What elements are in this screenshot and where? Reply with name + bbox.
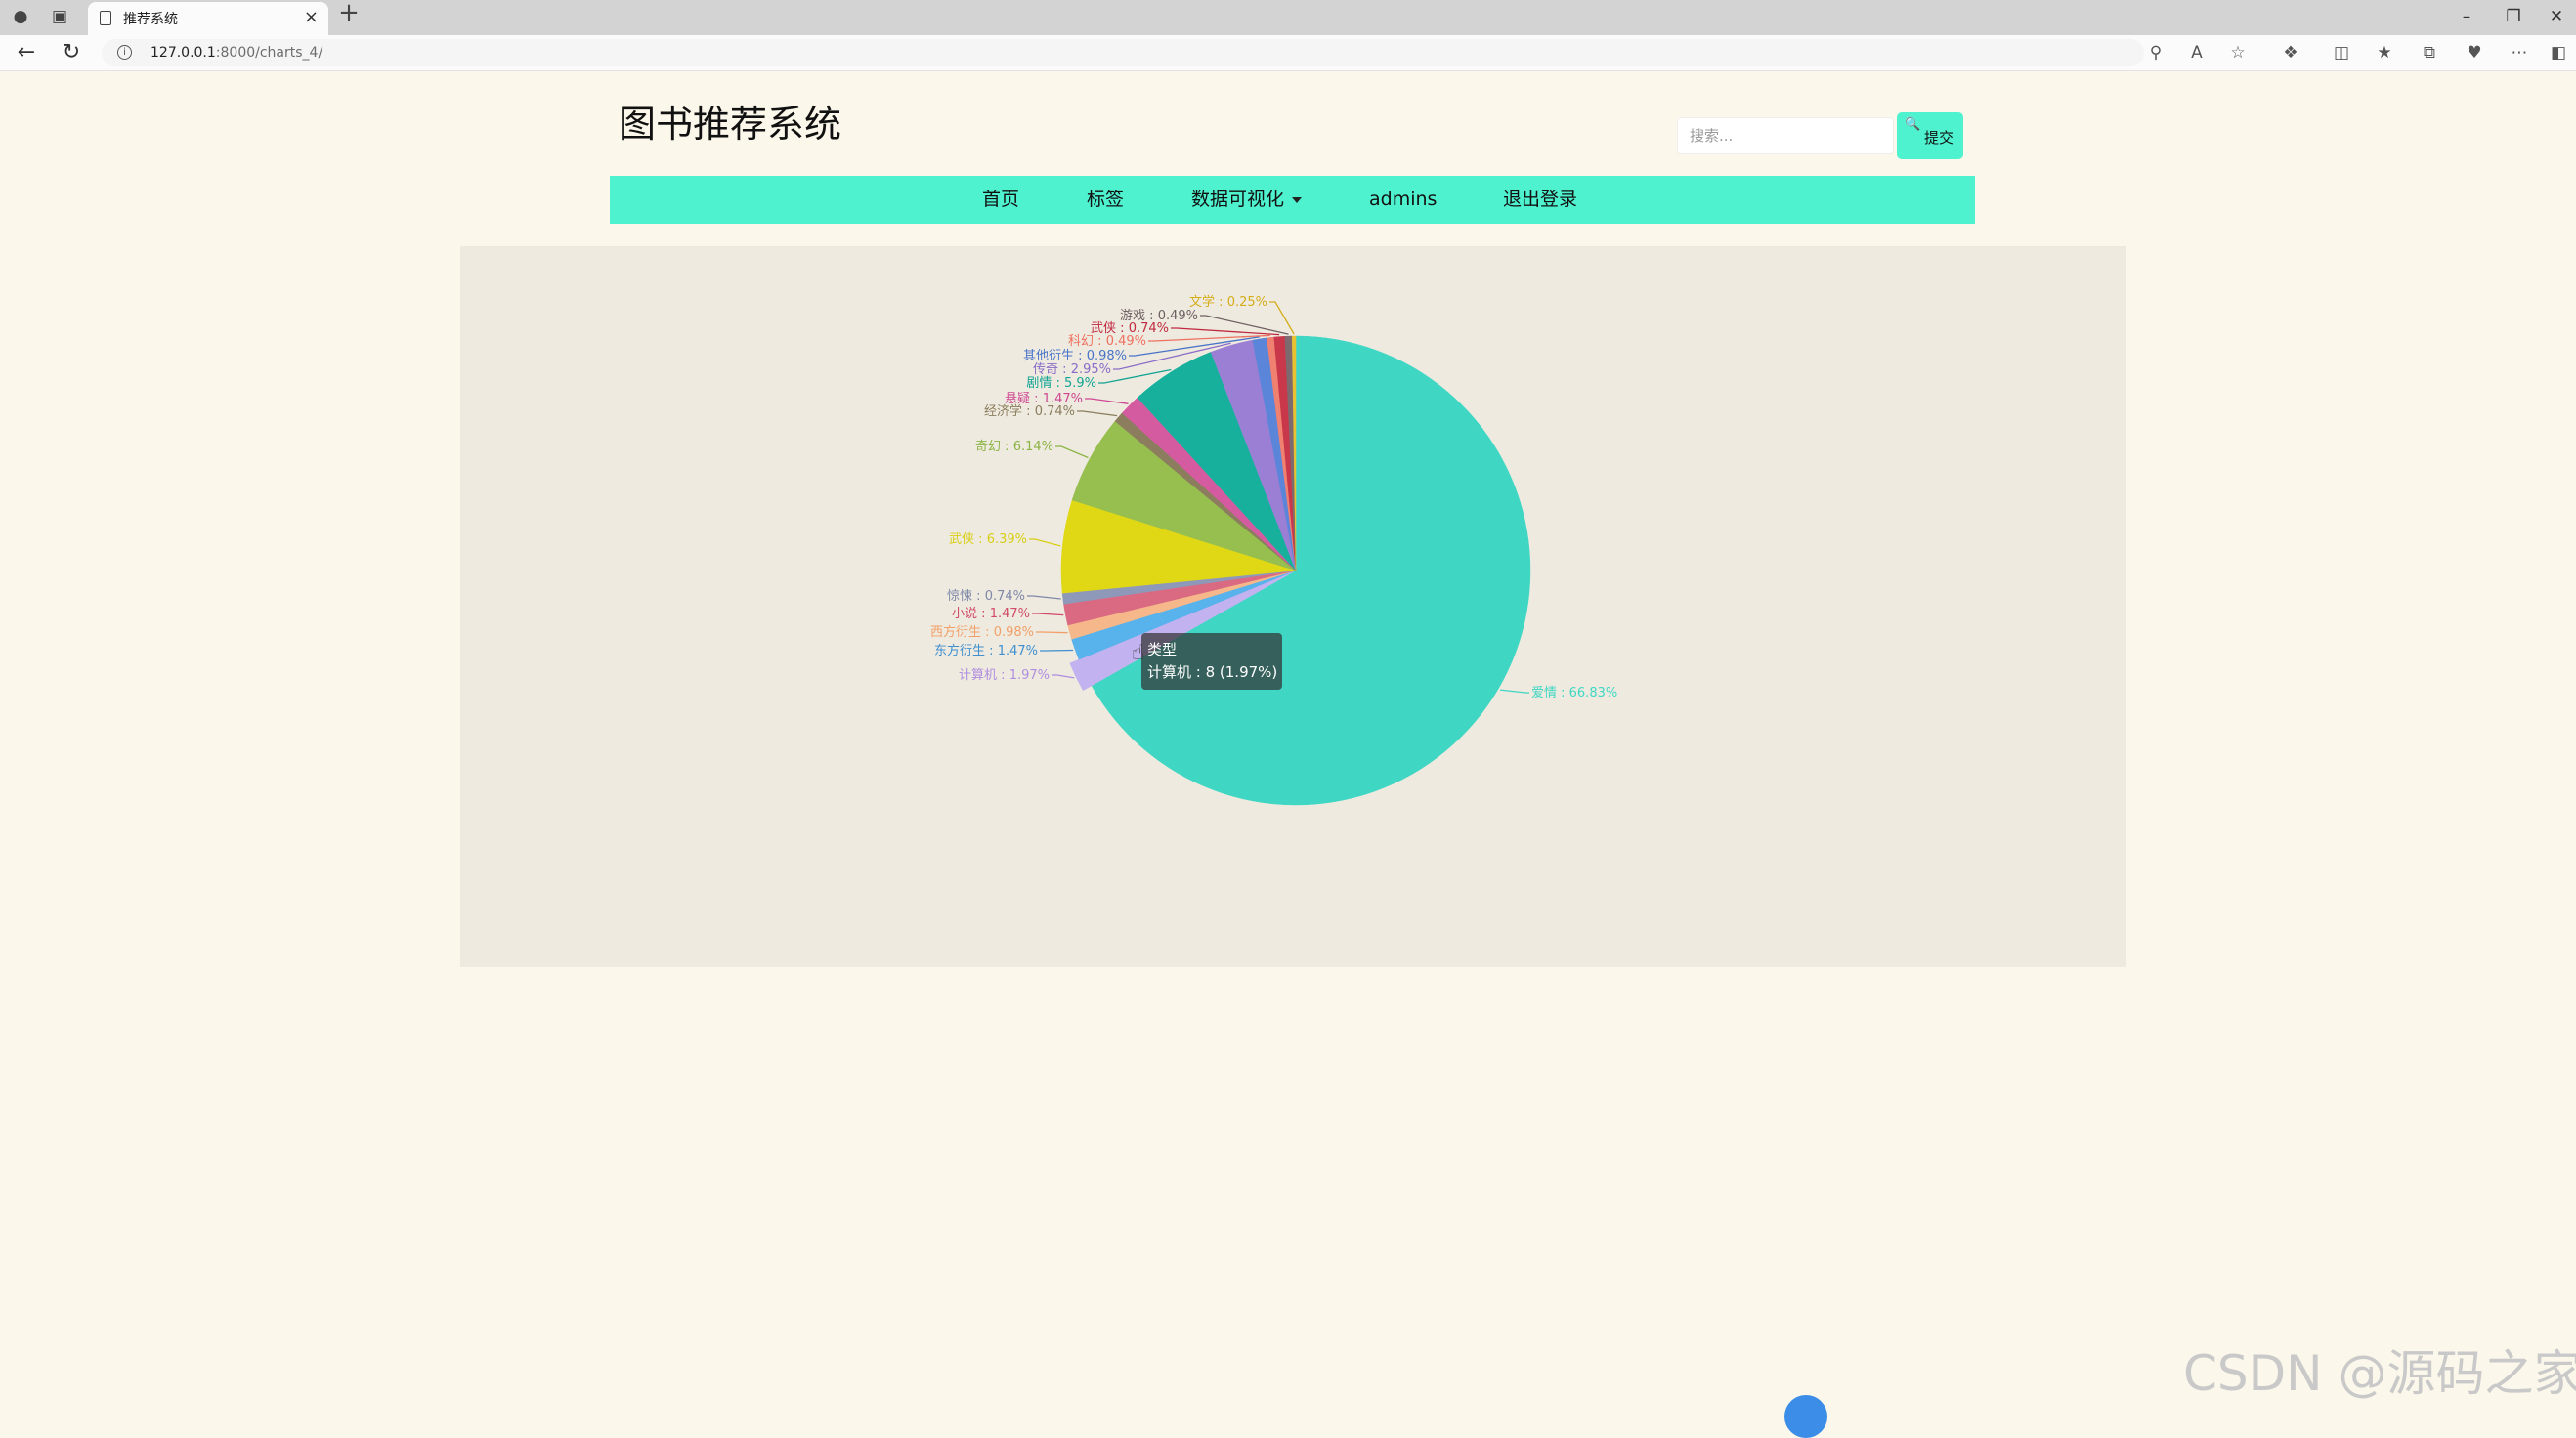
minimize-icon[interactable]: – (2447, 4, 2486, 29)
slice-label: 其他衍生 : 0.98% (1023, 349, 1127, 363)
chart-tooltip: 类型 计算机 : 8 (1.97%) (1141, 633, 1282, 690)
browser-tab[interactable]: 推荐系统 × (88, 2, 328, 35)
read-aloud-icon[interactable]: A (2185, 41, 2209, 64)
browser-tab-strip: ● ▣ 推荐系统 × + – ❐ ✕ (0, 0, 2576, 35)
chart-panel: 爱情 : 66.83% 计算机 : 1.97% 东方衍生 : 1.47% 西方衍生 :… (460, 246, 2126, 967)
slice-label: 小说 : 1.47% (952, 607, 1030, 621)
watermark: CSDN @源码之家 (2183, 1345, 2576, 1402)
sidebar-icon[interactable]: ◧ (2547, 41, 2570, 64)
submit-button[interactable]: 🔍 提交 (1897, 112, 1963, 159)
label-line (1499, 689, 1529, 694)
more-menu-icon[interactable]: ⋯ (2508, 41, 2531, 64)
tooltip-text: 计算机 : 8 (1.97%) (1147, 663, 1278, 681)
slice-label: 武侠 : 0.74% (1091, 321, 1169, 336)
favorites-icon[interactable]: ★ (2373, 41, 2396, 64)
slice-label: 武侠 : 6.39% (949, 532, 1027, 547)
label-line (1055, 445, 1089, 459)
nav-logout[interactable]: 退出登录 (1503, 176, 1577, 224)
label-line (1052, 674, 1075, 679)
slice-label: 惊悚 : 0.74% (947, 589, 1025, 604)
search-input[interactable] (1677, 117, 1894, 154)
label-line (1269, 301, 1295, 335)
slice-label: 游戏 : 0.49% (1120, 309, 1198, 323)
label-line (1040, 649, 1074, 652)
nav-home[interactable]: 首页 (982, 176, 1019, 224)
zoom-icon[interactable]: ⚲ (2144, 41, 2168, 64)
page-icon (100, 11, 111, 25)
label-line (1036, 631, 1068, 634)
search-icon: 🔍 (1905, 117, 1921, 132)
split-screen-icon[interactable]: ◫ (2330, 41, 2353, 64)
hand-cursor-icon: ☝ (1132, 641, 1145, 665)
restore-icon[interactable]: ❐ (2494, 4, 2533, 29)
nav-data-visualization[interactable]: 数据可视化 (1191, 176, 1303, 224)
submit-label: 提交 (1924, 129, 1954, 147)
nav-user[interactable]: admins (1369, 176, 1437, 224)
slice-label: 传奇 : 2.95% (1033, 361, 1111, 377)
label-line (1077, 410, 1118, 417)
slice-label: 科幻 : 0.49% (1068, 334, 1146, 349)
slice-label: 计算机 : 1.97% (959, 668, 1050, 683)
label-line (1200, 315, 1289, 335)
browser-essentials-icon[interactable]: ♥ (2463, 41, 2486, 64)
profile-icon[interactable]: ● (10, 6, 31, 27)
floating-action-button[interactable] (1784, 1395, 1827, 1438)
nav-tags[interactable]: 标签 (1087, 176, 1124, 224)
site-title: 图书推荐系统 (619, 103, 842, 146)
label-line (1032, 613, 1064, 616)
pie-chart: 爱情 : 66.83% 计算机 : 1.97% 东方衍生 : 1.47% 西方衍生 :… (930, 294, 1617, 806)
close-window-icon[interactable]: ✕ (2537, 4, 2576, 29)
slice-label: 奇幻 : 6.14% (975, 439, 1053, 454)
label-line (1171, 327, 1280, 336)
slice-label: 爱情 : 66.83% (1531, 686, 1617, 700)
slice-label: 西方衍生 : 0.98% (930, 624, 1034, 640)
favorite-star-icon[interactable]: ☆ (2226, 41, 2250, 64)
close-tab-icon[interactable]: × (304, 7, 319, 27)
extensions-icon[interactable]: ❖ (2279, 41, 2302, 64)
slice-label: 悬疑 : 1.47% (1005, 391, 1083, 406)
collections-icon[interactable]: ⧉ (2418, 41, 2441, 64)
url-field[interactable]: i 127.0.0.1:8000/charts_4/ (102, 39, 2144, 66)
address-bar: ← ↻ i 127.0.0.1:8000/charts_4/ ⚲ A ☆ ❖ ◫… (0, 35, 2576, 71)
site-info-icon[interactable]: i (117, 45, 132, 60)
slice-label: 东方衍生 : 1.47% (934, 643, 1038, 658)
tooltip-title: 类型 (1147, 641, 1178, 658)
main-navbar: 首页 标签 数据可视化 admins 退出登录 (610, 176, 1975, 224)
label-line (1027, 595, 1061, 600)
tab-actions-icon[interactable]: ▣ (49, 6, 70, 27)
label-line (1029, 538, 1061, 547)
tab-title: 推荐系统 (123, 12, 178, 27)
reload-icon[interactable]: ↻ (59, 41, 84, 64)
back-icon[interactable]: ← (14, 41, 39, 64)
caret-down-icon (1292, 196, 1303, 203)
new-tab-icon[interactable]: + (338, 0, 360, 25)
slice-label: 剧情 : 5.9% (1026, 376, 1096, 391)
url-text[interactable]: 127.0.0.1:8000/charts_4/ (150, 45, 322, 61)
nav-data-visualization-label: 数据可视化 (1191, 189, 1285, 210)
slice-label: 文学 : 0.25% (1189, 294, 1267, 310)
label-line (1085, 398, 1129, 404)
